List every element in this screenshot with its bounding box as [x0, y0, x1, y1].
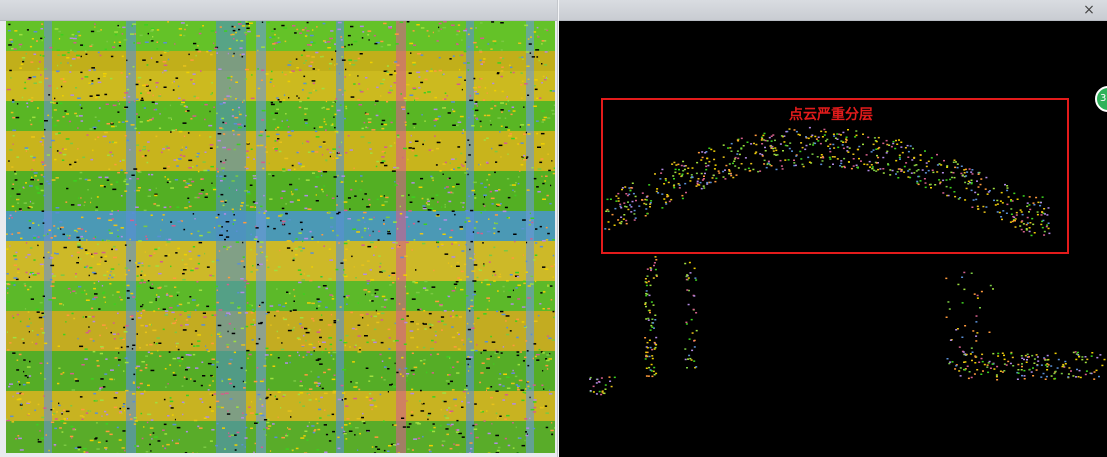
left-pane-titlebar[interactable] [0, 0, 557, 21]
left-point-cloud-viewport[interactable] [6, 21, 555, 453]
section-points [589, 126, 1106, 396]
right-point-cloud-pane: × 点云严重分层 3 [559, 0, 1107, 457]
close-button[interactable]: × [1081, 2, 1097, 18]
left-point-cloud-canvas[interactable] [6, 21, 555, 453]
app-window: × 点云严重分层 3 [0, 0, 1107, 457]
right-point-cloud-viewport[interactable]: 点云严重分层 3 [559, 21, 1107, 457]
left-point-cloud-pane [0, 0, 557, 457]
right-pane-titlebar[interactable]: × [559, 0, 1107, 21]
annotation-label: 点云严重分层 [789, 106, 873, 123]
right-point-cloud-canvas[interactable]: 点云严重分层 [559, 21, 1107, 457]
